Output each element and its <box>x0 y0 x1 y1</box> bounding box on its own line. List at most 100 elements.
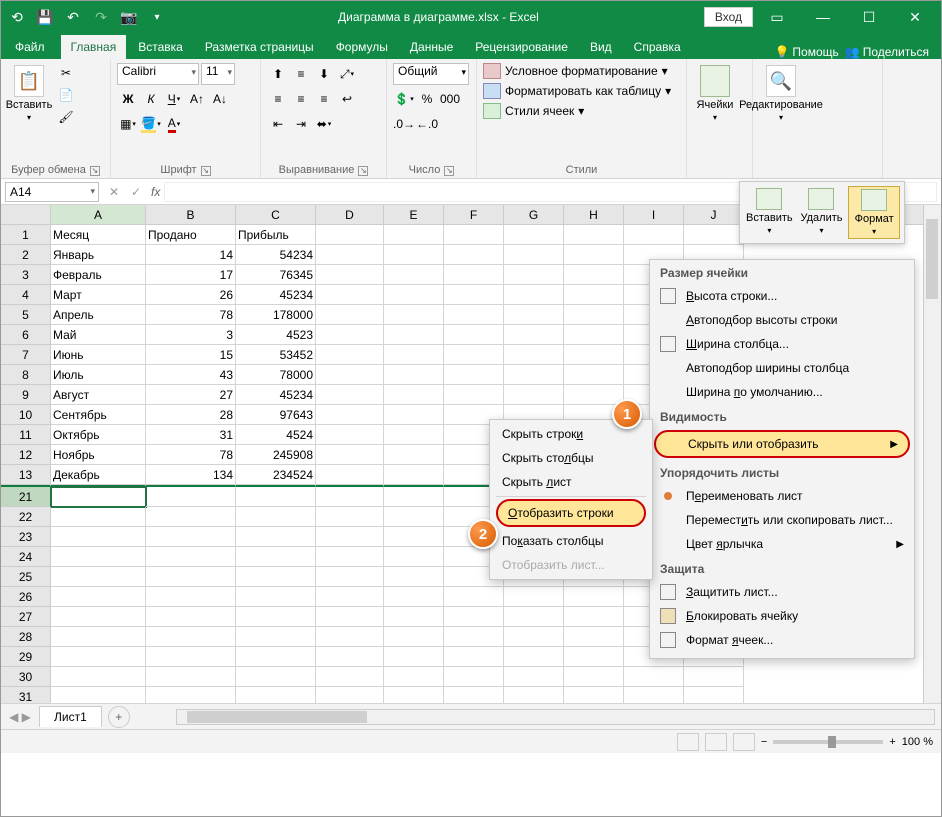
cell[interactable] <box>384 587 444 607</box>
cell[interactable] <box>236 687 316 703</box>
show-rows-item[interactable]: Отобразить строки <box>496 499 646 527</box>
zoom-thumb[interactable] <box>828 736 836 748</box>
cell[interactable] <box>504 305 564 325</box>
hide-sheet-item[interactable]: Скрыть лист <box>490 470 652 494</box>
cell[interactable] <box>444 627 504 647</box>
cell[interactable] <box>384 627 444 647</box>
cell[interactable] <box>146 507 236 527</box>
tab-color-item[interactable]: Цвет ярлычка▶ <box>650 532 914 556</box>
cell[interactable] <box>384 325 444 345</box>
row-header[interactable]: 21 <box>1 487 51 507</box>
cell[interactable] <box>384 487 444 507</box>
cell[interactable] <box>564 305 624 325</box>
cell[interactable] <box>236 507 316 527</box>
cell[interactable] <box>504 627 564 647</box>
row-header[interactable]: 7 <box>1 345 51 365</box>
cell[interactable] <box>444 365 504 385</box>
vertical-scrollbar[interactable] <box>923 205 941 703</box>
cell[interactable] <box>564 607 624 627</box>
col-header-E[interactable]: E <box>384 205 444 224</box>
row-header[interactable]: 26 <box>1 587 51 607</box>
cell[interactable] <box>564 647 624 667</box>
cell[interactable] <box>384 345 444 365</box>
cancel-formula-button[interactable]: ✕ <box>103 185 125 199</box>
cells-insert-button[interactable]: Вставить▾ <box>744 186 795 239</box>
redo-button[interactable]: ↷ <box>89 5 113 29</box>
cell[interactable] <box>236 667 316 687</box>
cell[interactable] <box>316 687 384 703</box>
cell[interactable] <box>684 225 744 245</box>
cell[interactable] <box>564 687 624 703</box>
cell[interactable] <box>504 225 564 245</box>
cell[interactable] <box>564 385 624 405</box>
tell-me[interactable]: 💡Помощь <box>774 45 838 59</box>
move-sheet-item[interactable]: Переместить или скопировать лист... <box>650 508 914 532</box>
cell[interactable] <box>624 667 684 687</box>
cell[interactable]: 4524 <box>236 425 316 445</box>
cell[interactable] <box>504 345 564 365</box>
cell[interactable] <box>316 425 384 445</box>
tab-data[interactable]: Данные <box>400 35 463 59</box>
autofit-col-item[interactable]: Автоподбор ширины столбца <box>650 356 914 380</box>
accounting-format-button[interactable]: 💲 <box>393 88 415 110</box>
cell[interactable] <box>384 507 444 527</box>
cell[interactable] <box>564 225 624 245</box>
cell[interactable] <box>384 405 444 425</box>
share-button[interactable]: 👥Поделиться <box>845 45 929 59</box>
wrap-text-button[interactable]: ↩ <box>336 88 358 110</box>
align-right-button[interactable]: ≡ <box>313 88 335 110</box>
cell[interactable]: 15 <box>146 345 236 365</box>
cell[interactable] <box>316 285 384 305</box>
cell[interactable] <box>504 365 564 385</box>
row-header[interactable]: 23 <box>1 527 51 547</box>
cells-format-button[interactable]: Формат▾ <box>848 186 900 239</box>
fill-color-button[interactable]: 🪣 <box>140 113 162 135</box>
cell[interactable] <box>146 527 236 547</box>
cell[interactable] <box>684 667 744 687</box>
cell[interactable] <box>444 225 504 245</box>
number-format-select[interactable]: Общий <box>393 63 469 85</box>
decrease-indent-button[interactable]: ⇤ <box>267 113 289 135</box>
font-color-button[interactable]: A <box>163 113 185 135</box>
cell[interactable] <box>51 647 146 667</box>
cell[interactable] <box>564 345 624 365</box>
cell[interactable] <box>384 225 444 245</box>
cell[interactable]: Прибыль <box>236 225 316 245</box>
cell[interactable] <box>504 245 564 265</box>
cell[interactable] <box>146 627 236 647</box>
borders-button[interactable]: ▦ <box>117 113 139 135</box>
cell[interactable] <box>444 285 504 305</box>
cell[interactable] <box>51 547 146 567</box>
cell[interactable] <box>316 527 384 547</box>
cell[interactable]: Январь <box>51 245 146 265</box>
cell-styles-button[interactable]: Стили ячеек ▾ <box>483 103 671 119</box>
cell[interactable] <box>384 547 444 567</box>
cell[interactable]: Декабрь <box>51 465 146 485</box>
cell[interactable] <box>316 507 384 527</box>
cells-delete-button[interactable]: Удалить▾ <box>797 186 847 239</box>
cell[interactable]: 234524 <box>236 465 316 485</box>
cell[interactable] <box>236 547 316 567</box>
cell[interactable] <box>624 687 684 703</box>
align-middle-button[interactable]: ≡ <box>290 63 312 85</box>
cell[interactable]: 14 <box>146 245 236 265</box>
cell[interactable] <box>384 245 444 265</box>
cell[interactable] <box>236 487 316 507</box>
cell[interactable] <box>51 587 146 607</box>
cell[interactable] <box>236 647 316 667</box>
cell[interactable] <box>444 667 504 687</box>
normal-view-button[interactable] <box>677 733 699 751</box>
cell[interactable] <box>384 687 444 703</box>
row-header[interactable]: 13 <box>1 465 51 485</box>
row-header[interactable]: 27 <box>1 607 51 627</box>
row-header[interactable]: 22 <box>1 507 51 527</box>
cell[interactable]: 3 <box>146 325 236 345</box>
cells-button[interactable]: Ячейки ▾ <box>693 63 737 174</box>
cell[interactable] <box>564 265 624 285</box>
cell[interactable] <box>51 507 146 527</box>
camera-icon[interactable]: 📷 <box>117 5 141 29</box>
row-header[interactable]: 12 <box>1 445 51 465</box>
cell[interactable] <box>564 587 624 607</box>
cell[interactable] <box>444 245 504 265</box>
cell[interactable] <box>444 265 504 285</box>
